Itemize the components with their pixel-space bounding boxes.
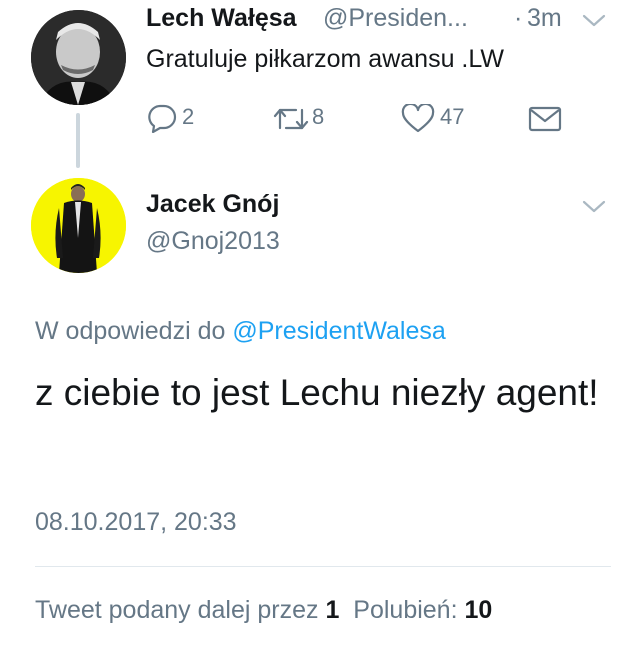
chevron-down-icon[interactable] — [582, 14, 606, 28]
direct-message-icon[interactable] — [528, 106, 562, 132]
main-tweet-text: z ciebie to jest Lechu niezły agent! — [35, 372, 599, 413]
retweet-count: 8 — [312, 104, 325, 129]
reply-prefix: W odpowiedzi do — [35, 317, 226, 345]
parent-time[interactable]: 3m — [527, 4, 562, 33]
parent-author-handle[interactable]: @Presiden... — [323, 4, 468, 33]
main-author-handle[interactable]: @Gnoj2013 — [146, 227, 280, 256]
time-separator: · — [514, 4, 523, 32]
retweets-count[interactable]: 1 — [325, 596, 339, 624]
chevron-down-icon[interactable] — [582, 200, 606, 214]
reply-context: W odpowiedzi do @PresidentWalesa — [35, 317, 446, 346]
avatar-lech-walesa[interactable] — [31, 10, 126, 105]
engagement-stats: Tweet podany dalej przez 1 Polubień: 10 — [35, 596, 492, 625]
like-count: 47 — [440, 104, 465, 129]
avatar-jacek-gnoj[interactable] — [31, 178, 126, 273]
retweet-icon[interactable] — [272, 106, 310, 132]
thread-connector-line — [76, 113, 80, 168]
likes-count[interactable]: 10 — [464, 596, 492, 624]
like-icon[interactable] — [401, 104, 435, 134]
likes-label[interactable]: Polubień: — [353, 596, 457, 624]
reply-icon[interactable] — [146, 103, 178, 133]
reply-to-link[interactable]: @PresidentWalesa — [232, 317, 445, 345]
reply-count: 2 — [182, 104, 195, 129]
tweet-timestamp[interactable]: 08.10.2017, 20:33 — [35, 508, 237, 537]
parent-tweet-text: Gratuluje piłkarzom awansu .LW — [146, 45, 505, 73]
parent-author-name[interactable]: Lech Wałęsa — [146, 4, 297, 33]
main-author-name[interactable]: Jacek Gnój — [146, 190, 279, 219]
divider — [35, 566, 611, 567]
retweets-label[interactable]: Tweet podany dalej przez — [35, 596, 319, 624]
